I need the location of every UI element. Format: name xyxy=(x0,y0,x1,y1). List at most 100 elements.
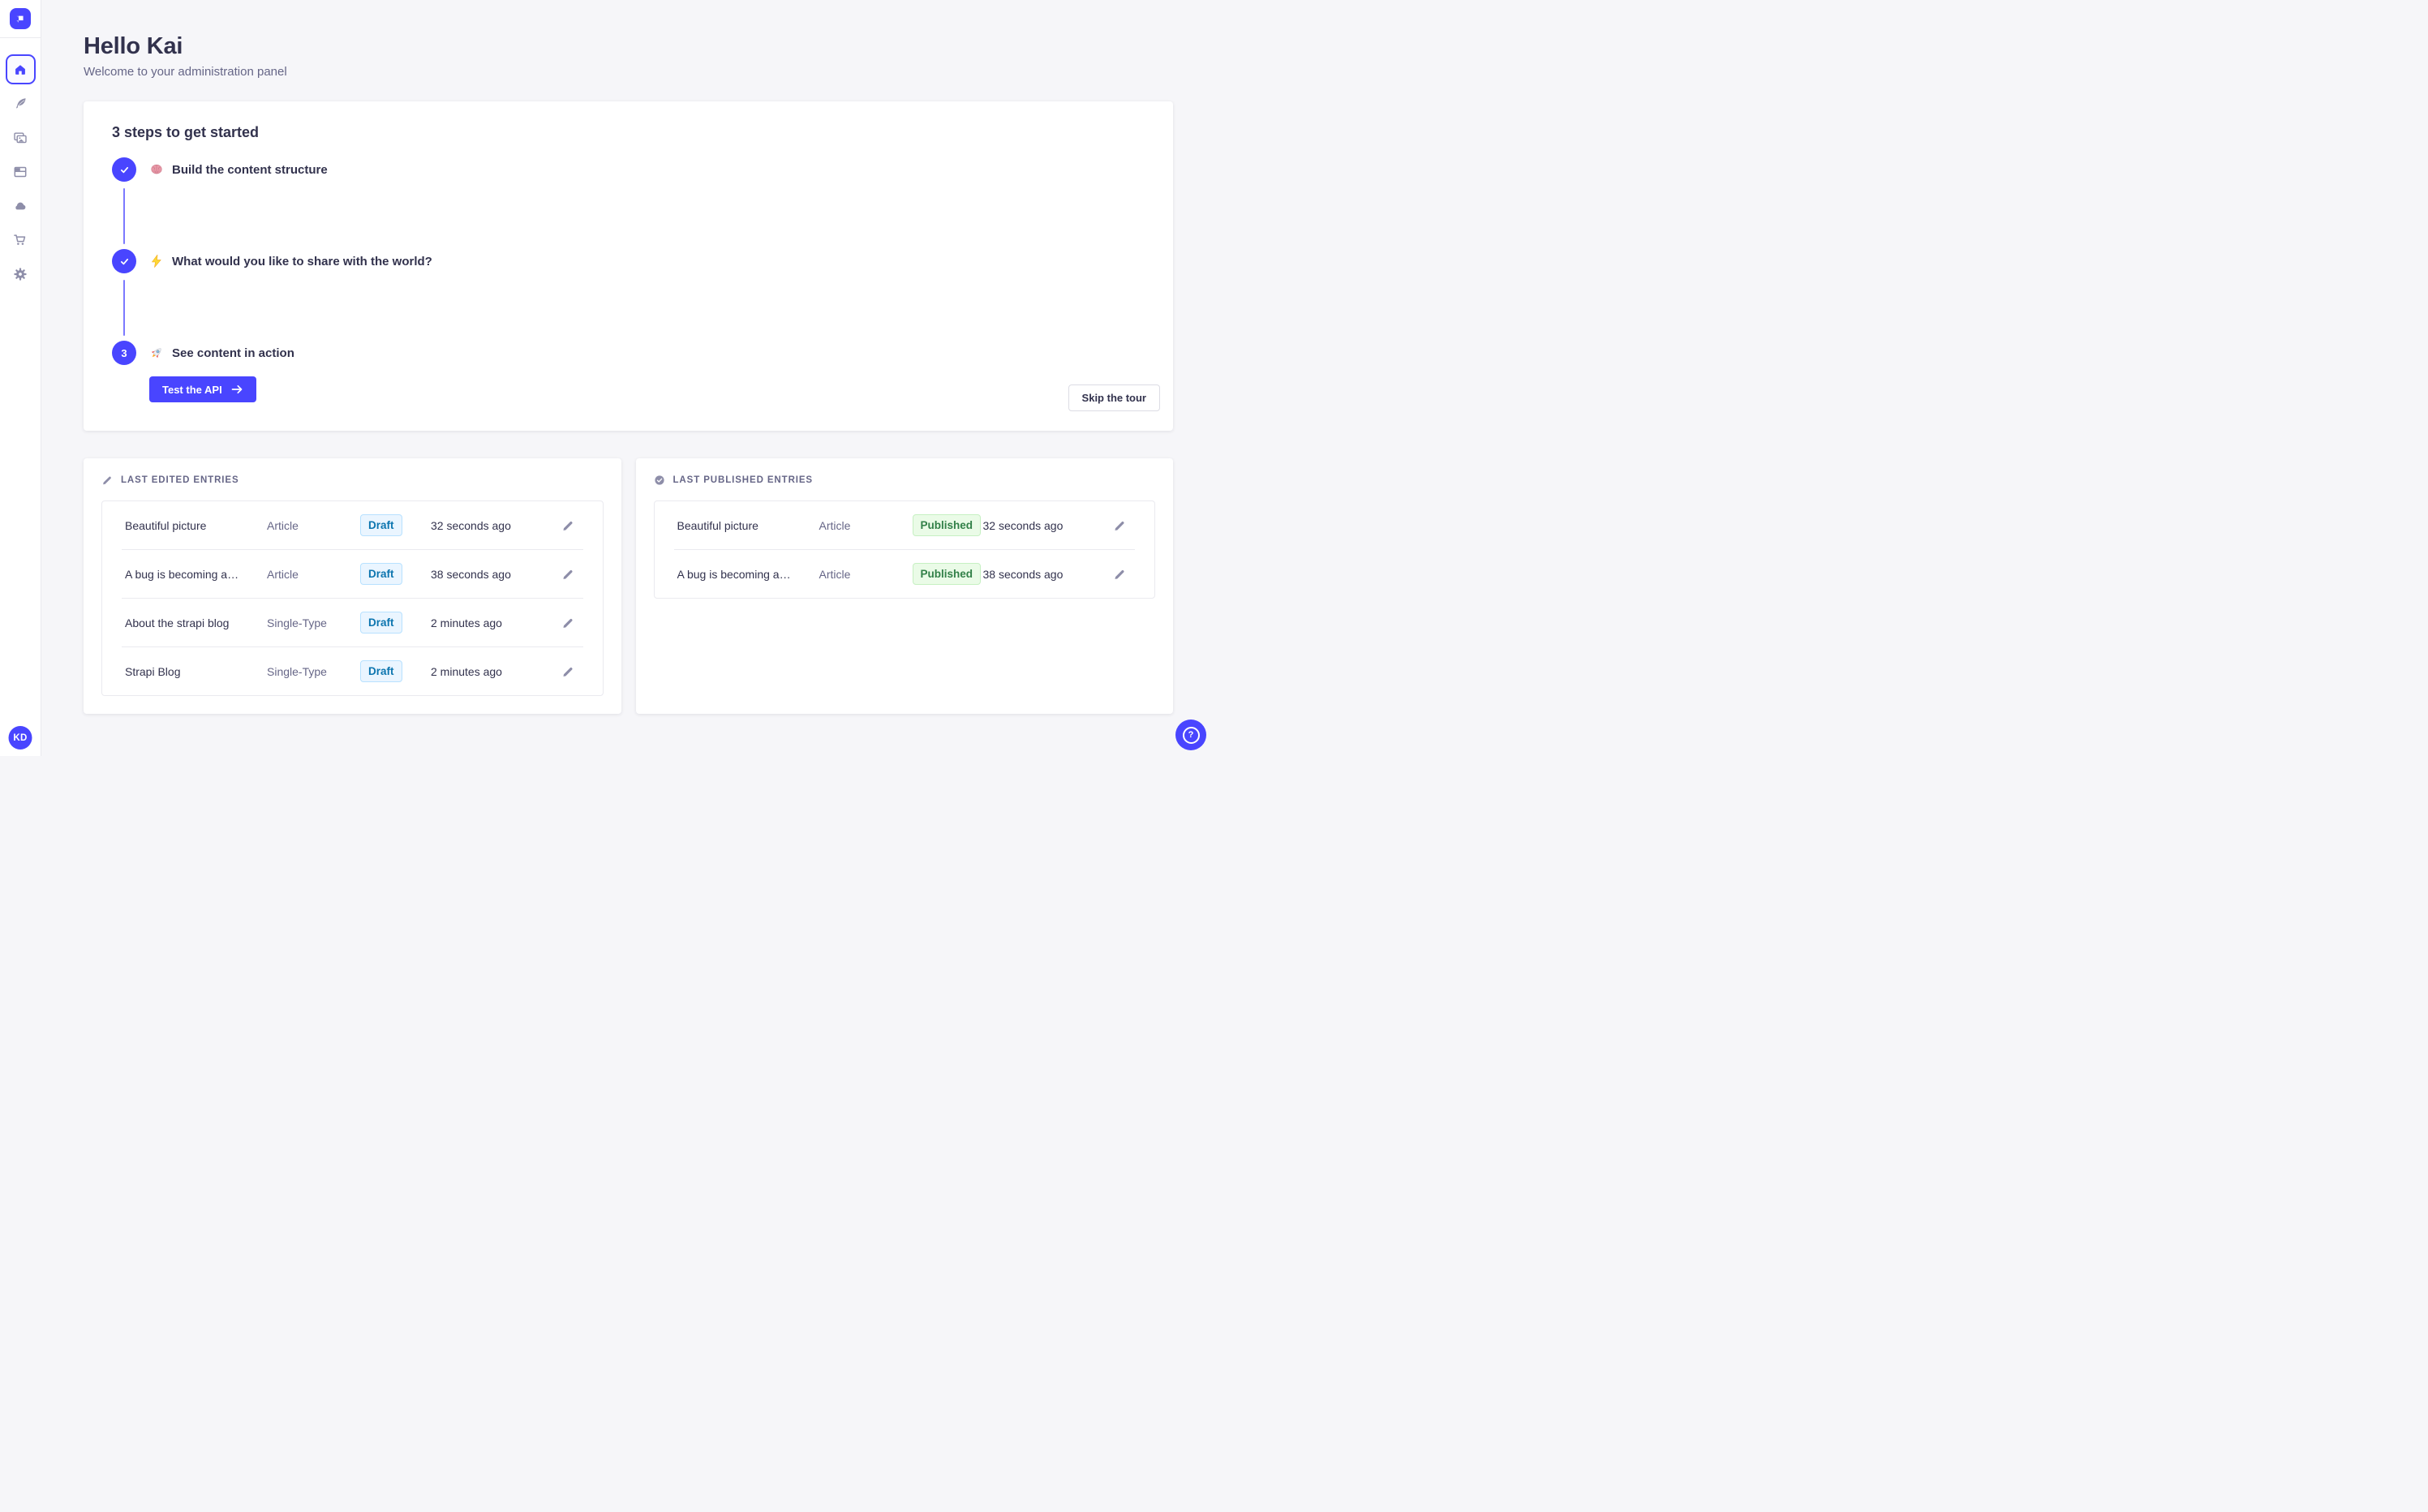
check-circle-icon xyxy=(654,475,664,485)
entry-kind: Single-Type xyxy=(267,664,327,678)
strapi-logo[interactable] xyxy=(10,8,31,29)
pencil-icon xyxy=(562,569,572,579)
step-2-label: What would you like to share with the wo… xyxy=(172,254,432,268)
step-1-rail xyxy=(112,157,136,249)
step-2-rail xyxy=(112,249,136,341)
entry-kind: Article xyxy=(267,567,299,581)
entry-time: 2 minutes ago xyxy=(431,616,502,629)
entries-section: LAST EDITED ENTRIES Beautiful picture Ar… xyxy=(84,458,1173,714)
sidebar-item-settings[interactable] xyxy=(6,259,36,289)
step-connector xyxy=(123,280,125,336)
edit-entry-button[interactable] xyxy=(1113,519,1126,532)
entry-time: 38 seconds ago xyxy=(982,567,1064,581)
pencil-icon xyxy=(562,521,572,530)
step-3-label: See content in action xyxy=(172,346,294,360)
status-badge: Published xyxy=(912,563,982,585)
question-icon: ? xyxy=(1182,726,1200,744)
sidebar-item-marketplace[interactable] xyxy=(6,225,36,255)
sidebar-item-home[interactable] xyxy=(5,54,36,84)
cloud-icon xyxy=(15,202,26,209)
sidebar-divider xyxy=(0,37,41,38)
last-published-title: LAST PUBLISHED ENTRIES xyxy=(673,475,814,485)
arrow-right-icon xyxy=(231,384,243,394)
user-avatar[interactable]: KD xyxy=(8,726,32,750)
status-badge: Published xyxy=(912,514,982,536)
pencil-icon xyxy=(103,476,111,485)
entry-title: A bug is becoming a… xyxy=(677,567,791,581)
entry-title: A bug is becoming a… xyxy=(125,567,239,581)
sidebar-item-media-library[interactable] xyxy=(6,122,36,152)
page-subtitle: Welcome to your administration panel xyxy=(84,65,287,79)
layout-icon xyxy=(14,166,27,177)
entry-title: Beautiful picture xyxy=(125,518,207,532)
strapi-logo-icon xyxy=(16,15,24,23)
last-edited-box: LAST EDITED ENTRIES Beautiful picture Ar… xyxy=(84,458,621,714)
edit-entry-button[interactable] xyxy=(561,519,574,532)
sidebar: KD xyxy=(0,0,41,756)
brain-emoji-icon xyxy=(151,164,162,174)
entry-kind: Article xyxy=(819,518,851,532)
onboarding-step-2: What would you like to share with the wo… xyxy=(112,249,1147,341)
check-icon xyxy=(120,258,128,264)
sidebar-nav xyxy=(5,54,36,289)
test-api-button[interactable]: Test the API xyxy=(149,376,256,402)
sidebar-item-content-manager[interactable] xyxy=(6,88,36,118)
onboarding-step-3: 3 See content in action Test the API xyxy=(112,341,1147,402)
status-badge: Draft xyxy=(360,514,402,536)
images-icon xyxy=(14,132,27,143)
sidebar-item-content-type-builder[interactable] xyxy=(6,157,36,187)
last-published-table: Beautiful picture Article Published 32 s… xyxy=(653,500,1155,599)
pencil-icon xyxy=(1115,521,1124,530)
pencil-icon xyxy=(1115,569,1124,579)
step-3-number: 3 xyxy=(121,346,127,359)
step-2-done-circle xyxy=(112,249,136,273)
last-published-box: LAST PUBLISHED ENTRIES Beautiful picture… xyxy=(635,458,1173,714)
step-3-rail: 3 xyxy=(112,341,136,402)
edit-entry-button[interactable] xyxy=(561,665,574,678)
entry-time: 2 minutes ago xyxy=(431,664,502,678)
skip-tour-button[interactable]: Skip the tour xyxy=(1068,384,1160,411)
feather-icon xyxy=(15,98,26,109)
last-edited-title: LAST EDITED ENTRIES xyxy=(121,475,239,485)
entry-title: Beautiful picture xyxy=(677,518,758,532)
help-button[interactable]: ? xyxy=(1175,719,1206,750)
last-edited-table: Beautiful picture Article Draft 32 secon… xyxy=(101,500,604,696)
gear-icon xyxy=(14,267,27,281)
onboarding-card: 3 steps to get started Build the content… xyxy=(84,101,1173,431)
main-content: Hello Kai Welcome to your administration… xyxy=(41,0,1214,756)
entry-time: 32 seconds ago xyxy=(982,518,1064,532)
pencil-icon xyxy=(562,667,572,677)
status-badge: Draft xyxy=(360,660,402,682)
onboarding-title: 3 steps to get started xyxy=(112,124,260,140)
step-1-label: Build the content structure xyxy=(172,162,328,177)
page-title: Hello Kai xyxy=(84,33,183,59)
table-row[interactable]: Strapi Blog Single-Type Draft 2 minutes … xyxy=(102,647,603,695)
table-row[interactable]: About the strapi blog Single-Type Draft … xyxy=(102,599,603,646)
status-badge: Draft xyxy=(360,612,402,634)
onboarding-steps: Build the content structure What would y… xyxy=(112,157,1147,402)
entry-kind: Article xyxy=(267,518,299,532)
entry-time: 38 seconds ago xyxy=(431,567,511,581)
lightning-emoji-icon xyxy=(152,254,161,268)
edit-entry-button[interactable] xyxy=(1113,568,1126,581)
edit-entry-button[interactable] xyxy=(561,568,574,581)
home-icon xyxy=(15,64,25,75)
entry-kind: Single-Type xyxy=(267,616,327,629)
edit-entry-button[interactable] xyxy=(561,616,574,629)
entry-title: Strapi Blog xyxy=(125,664,181,678)
table-row[interactable]: A bug is becoming a… Article Draft 38 se… xyxy=(102,550,603,598)
sidebar-item-cloud[interactable] xyxy=(6,191,36,221)
cart-icon xyxy=(14,234,26,245)
entry-title: About the strapi blog xyxy=(125,616,230,629)
status-badge: Draft xyxy=(360,563,402,585)
table-row[interactable]: Beautiful picture Article Draft 32 secon… xyxy=(102,501,603,549)
pencil-icon xyxy=(562,618,572,628)
entry-time: 32 seconds ago xyxy=(431,518,511,532)
entry-kind: Article xyxy=(819,567,851,581)
table-row[interactable]: Beautiful picture Article Published 32 s… xyxy=(655,501,1155,549)
step-1-done-circle xyxy=(112,157,136,182)
table-row[interactable]: A bug is becoming a… Article Published 3… xyxy=(655,550,1155,598)
check-icon xyxy=(120,166,128,173)
step-3-number-circle: 3 xyxy=(112,341,136,365)
step-connector xyxy=(123,188,125,244)
